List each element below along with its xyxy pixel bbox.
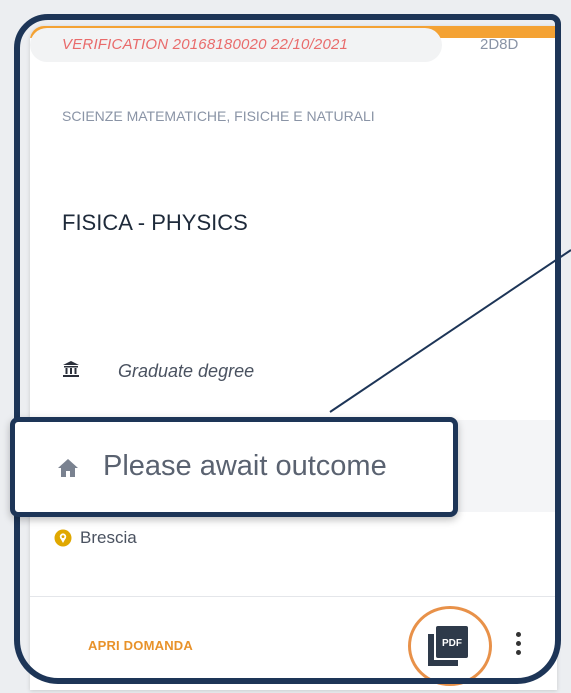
- city-label: Brescia: [80, 528, 137, 547]
- more-vertical-icon[interactable]: [508, 630, 528, 660]
- pdf-icon[interactable]: PDF: [426, 624, 470, 668]
- home-icon: [58, 459, 78, 477]
- application-code: 2D8D: [480, 36, 519, 53]
- status-callout: Please await outcome: [10, 417, 458, 517]
- status-text: Please await outcome: [103, 450, 387, 482]
- pdf-icon-text: PDF: [442, 638, 462, 649]
- card-footer-divider: [30, 596, 557, 597]
- verification-label: VERIFICATION 20168180020 22/10/2021: [62, 36, 349, 53]
- open-application-button[interactable]: APRI DOMANDA: [88, 638, 193, 653]
- application-card: [30, 26, 557, 690]
- course-title: FISICA - PHYSICS: [62, 210, 248, 235]
- degree-type: Graduate degree: [118, 361, 255, 381]
- institution-icon: [63, 361, 79, 377]
- faculty-name: SCIENZE MATEMATICHE, FISICHE E NATURALI: [62, 108, 375, 124]
- location-pin-icon: [54, 529, 72, 547]
